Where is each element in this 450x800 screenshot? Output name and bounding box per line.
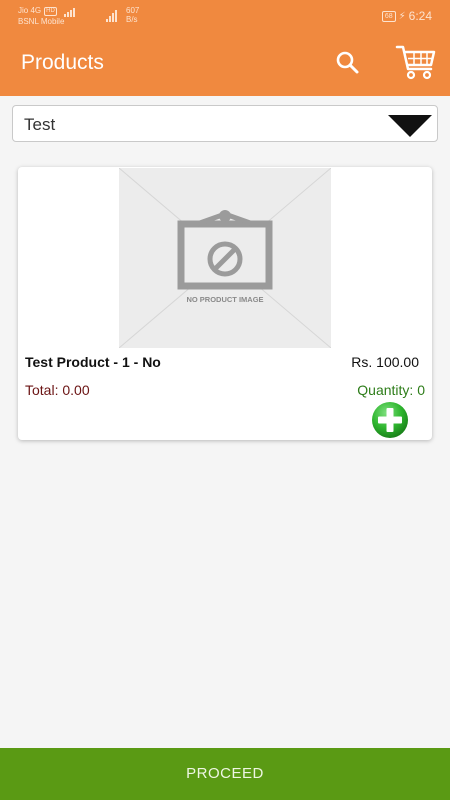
app-bar: Products [0,34,450,96]
dropdown-arrow-icon [388,115,432,137]
product-image: NO PRODUCT IMAGE [119,168,331,348]
product-card[interactable]: NO PRODUCT IMAGE Test Product - 1 - No R… [18,167,432,440]
product-total: Total: 0.00 [25,382,90,398]
signal-icon [106,10,117,22]
no-image-icon [177,210,273,290]
product-quantity: Quantity: 0 [357,382,425,398]
data-speed-unit: B/s [126,15,138,24]
category-dropdown[interactable]: Test [12,105,438,142]
carrier2-label: BSNL Mobile [18,17,65,26]
data-speed: 607 B/s [126,6,139,24]
carrier-info: Jio 4G HD BSNL Mobile [18,5,75,27]
carrier1-label: Jio 4G [18,6,42,15]
category-dropdown-value: Test [24,115,56,134]
data-speed-value: 607 [126,6,140,15]
cart-icon[interactable] [394,42,438,82]
volte-badge: HD [44,6,57,16]
status-bar: Jio 4G HD BSNL Mobile 607 B/s 68 ⚡ 6:24 [0,0,450,34]
search-icon[interactable] [334,49,362,77]
product-name: Test Product - 1 - No [25,354,161,370]
page-title: Products [21,51,104,74]
add-circle-icon[interactable] [371,401,409,439]
no-image-text: NO PRODUCT IMAGE [186,295,263,304]
proceed-button[interactable]: PROCEED [0,748,450,800]
clock: 6:24 [408,9,432,23]
status-right: 68 ⚡ 6:24 [381,9,432,23]
product-price: Rs. 100.00 [351,354,419,370]
battery-icon: 68 [381,10,396,22]
charging-icon: ⚡ [398,10,406,22]
signal-icon [63,5,75,17]
